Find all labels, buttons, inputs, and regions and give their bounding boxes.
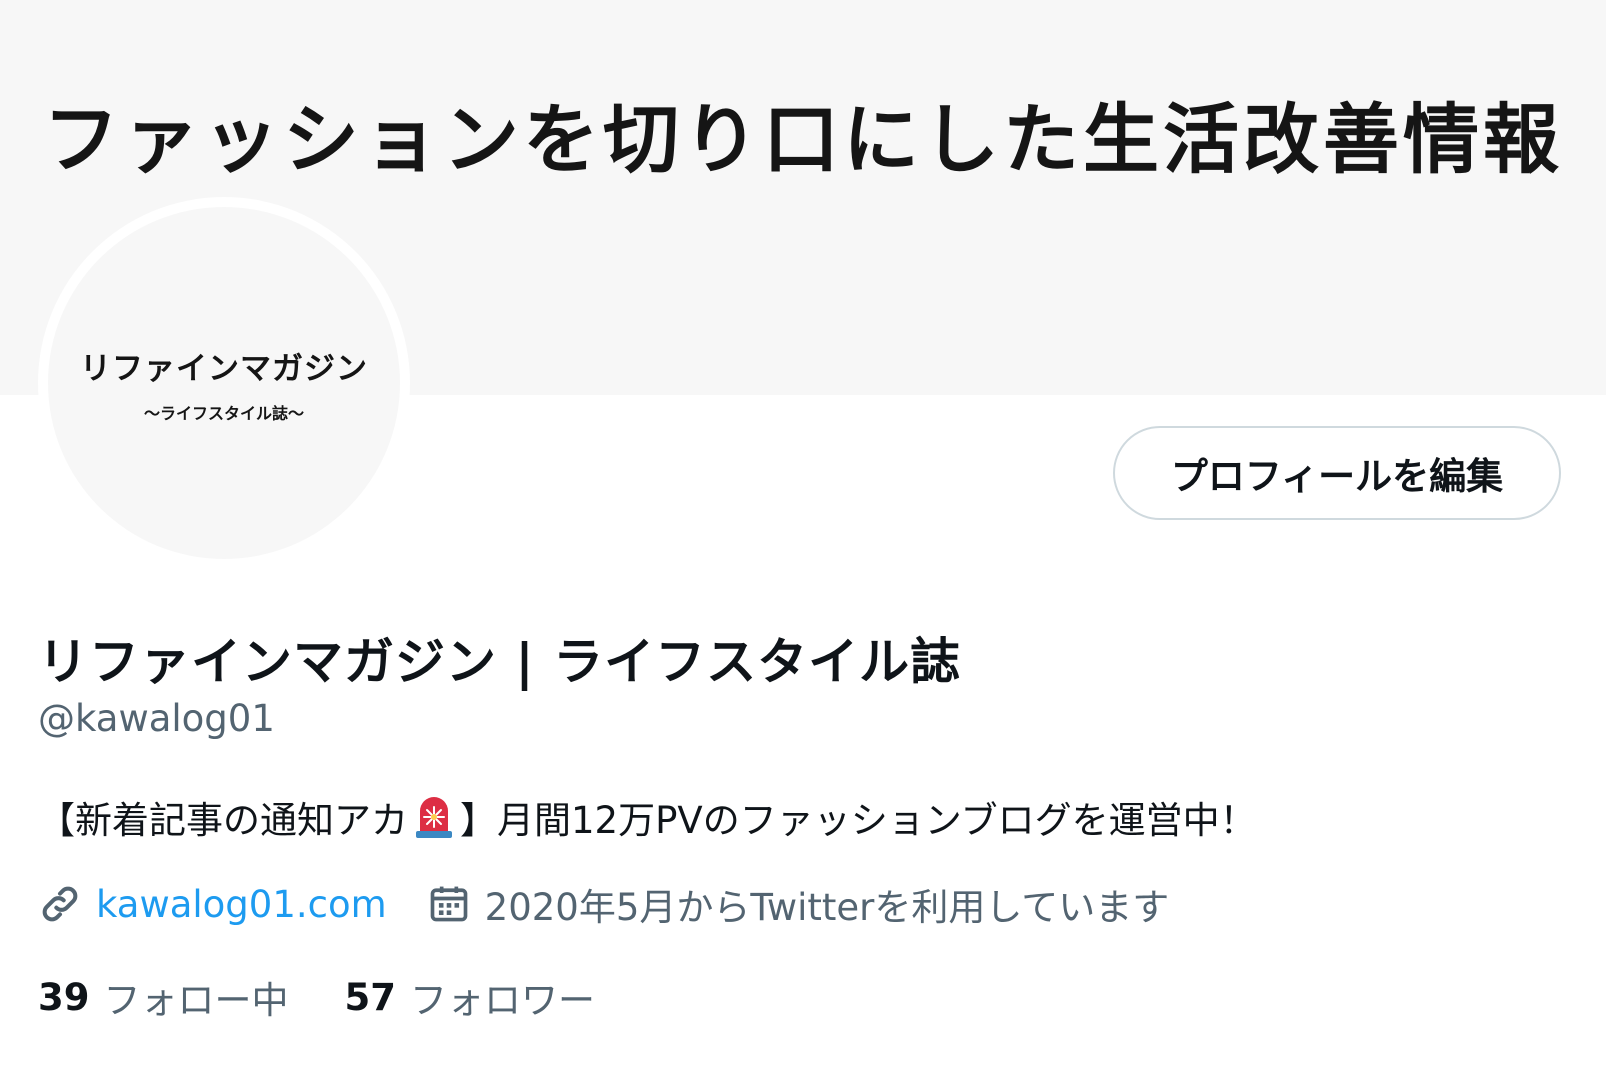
avatar-title: リファインマガジン	[80, 350, 368, 387]
siren-icon	[416, 797, 452, 838]
followers-link[interactable]: 57 フォロワー	[345, 970, 596, 1024]
calendar-icon	[430, 886, 467, 922]
avatar-image: リファインマガジン 〜ライフスタイル誌〜	[48, 207, 400, 559]
avatar-subtitle: 〜ライフスタイル誌〜	[143, 403, 304, 423]
link-icon	[42, 886, 78, 922]
following-label: フォロー中	[103, 979, 289, 1022]
website-link[interactable]: kawalog01.com	[96, 883, 387, 926]
banner-text: ファッションを切り口にした生活改善情報	[43, 95, 1563, 184]
bio-text-end: 】月間12万PVのファッションブログを運営中！	[460, 799, 1257, 842]
edit-profile-button[interactable]: プロフィールを編集	[1113, 426, 1561, 520]
following-count: 39	[38, 975, 90, 1019]
join-date: 2020年5月からTwitterを利用しています	[484, 886, 1170, 929]
avatar[interactable]: リファインマガジン 〜ライフスタイル誌〜	[38, 197, 410, 569]
profile-meta: kawalog01.com 2020年5月からTwitterを利用しています	[38, 876, 1169, 932]
bio-text-start: 【新着記事の通知アカ	[38, 799, 408, 842]
followers-count: 57	[344, 975, 397, 1019]
bio: 【新着記事の通知アカ 】月間12万PVのファッションブログを運営中！	[38, 790, 1257, 844]
follow-stats: 39 フォロー中 57 フォロワー	[38, 970, 651, 1024]
display-name: リファインマガジン | ライフスタイル誌	[38, 633, 962, 691]
following-link[interactable]: 39 フォロー中	[38, 970, 289, 1024]
user-handle: @kawalog01	[38, 697, 275, 740]
followers-label: フォロワー	[410, 979, 595, 1022]
